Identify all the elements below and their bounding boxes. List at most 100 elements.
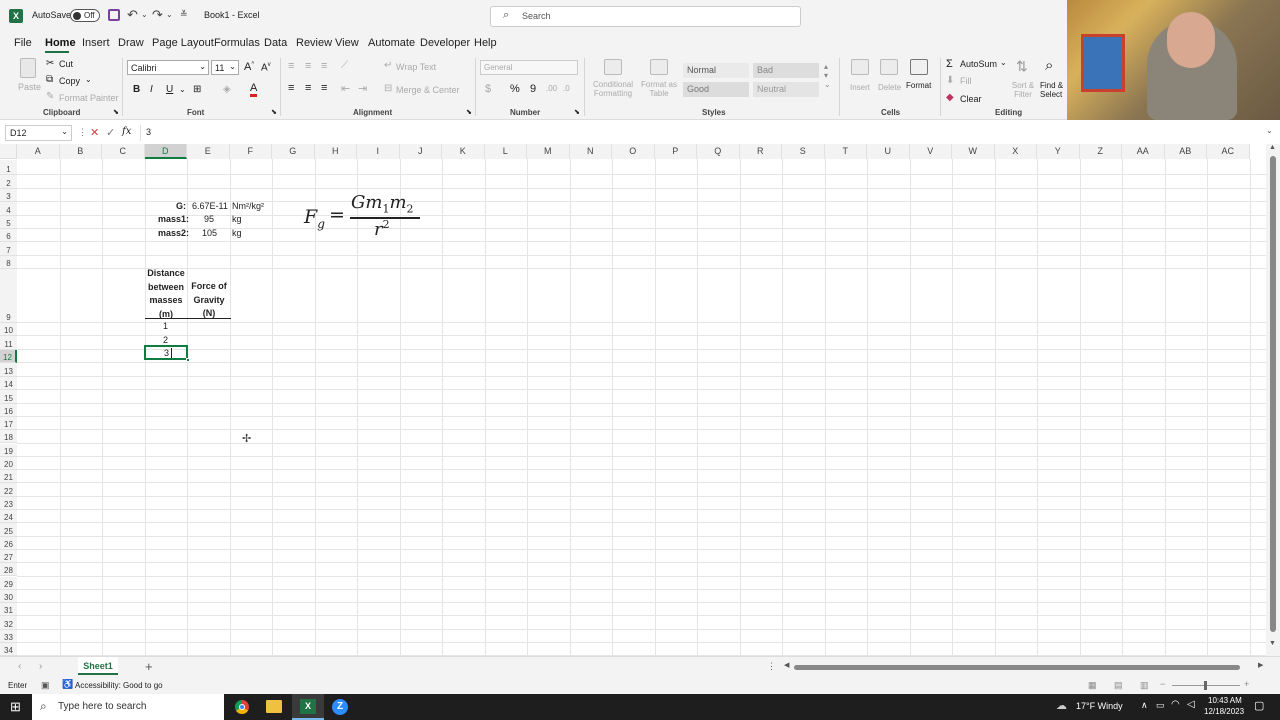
clear-button[interactable]: Clear <box>960 94 982 104</box>
undo-icon[interactable]: ↶ <box>127 7 138 23</box>
column-header-x[interactable]: X <box>994 144 1037 159</box>
paste-icon[interactable] <box>20 58 36 78</box>
copy-button[interactable]: Copy <box>59 76 80 86</box>
number-format-select[interactable]: General <box>480 60 578 75</box>
next-sheet-icon[interactable]: › <box>39 661 42 672</box>
row-header-15[interactable]: 15 <box>0 390 17 404</box>
redo-icon[interactable]: ↷ <box>152 7 163 23</box>
column-header-o[interactable]: O <box>612 144 655 159</box>
currency-icon[interactable]: $ <box>485 83 491 95</box>
row-header-31[interactable]: 31 <box>0 603 17 617</box>
scroll-up-icon[interactable]: ▲ <box>1269 144 1276 151</box>
style-normal[interactable]: Normal <box>683 63 749 78</box>
align-top-icon[interactable]: ≡ <box>288 60 294 72</box>
row-header-30[interactable]: 30 <box>0 589 17 604</box>
cell-c4[interactable]: G: <box>176 201 186 211</box>
clock-time[interactable]: 10:43 AM <box>1208 696 1242 705</box>
prev-sheet-icon[interactable]: ‹ <box>18 661 21 672</box>
menu-data[interactable]: Data <box>264 37 287 49</box>
percent-icon[interactable]: % <box>510 83 520 95</box>
border-icon[interactable]: ⊞ <box>193 84 201 95</box>
cell-e4[interactable]: Nm²/kg² <box>232 201 264 211</box>
volume-icon[interactable]: ◁ <box>1187 699 1195 710</box>
increase-decimal-icon[interactable]: .00 <box>546 84 557 93</box>
menu-formulas[interactable]: Formulas <box>214 37 260 49</box>
column-header-ab[interactable]: AB <box>1164 144 1207 159</box>
scroll-left-icon[interactable]: ◀ <box>784 661 789 669</box>
add-sheet-icon[interactable]: + <box>145 659 153 674</box>
worksheet-grid[interactable]: A B C D E F G H I J K L M N O P Q R S T U V W X Y Z AA AB AC 1234567… <box>0 144 1280 656</box>
vertical-scroll-thumb[interactable] <box>1270 156 1276 632</box>
horizontal-scroll-thumb[interactable] <box>794 665 1240 670</box>
row-header-6[interactable]: 6 <box>0 229 17 242</box>
row-header-12[interactable]: 12 <box>0 350 17 363</box>
cell-c5[interactable]: mass1: <box>158 214 189 224</box>
row-header-1[interactable]: 1 <box>0 160 17 175</box>
style-good[interactable]: Good <box>683 82 749 97</box>
scroll-right-icon[interactable]: ▶ <box>1258 661 1263 669</box>
cell-e5[interactable]: kg <box>232 214 242 224</box>
cell-d6[interactable]: 105 <box>202 228 217 238</box>
row-header-29[interactable]: 29 <box>0 576 17 590</box>
cell-d4[interactable]: 6.67E-11 <box>192 201 228 211</box>
align-bottom-icon[interactable]: ≡ <box>321 60 327 72</box>
save-icon[interactable] <box>108 9 120 21</box>
menu-help[interactable]: Help <box>474 37 497 49</box>
menu-view[interactable]: View <box>335 37 359 49</box>
redo-dropdown-icon[interactable]: ⌄ <box>166 10 173 19</box>
column-header-n[interactable]: N <box>569 144 612 159</box>
row-header-32[interactable]: 32 <box>0 616 17 630</box>
insert-cells-button[interactable]: Insert <box>850 83 870 92</box>
equation-object[interactable]: Fg = Gm1m2 r2 <box>302 192 432 246</box>
row-header-3[interactable]: 3 <box>0 189 17 202</box>
bold-icon[interactable]: B <box>133 84 140 95</box>
sheet-tab-sheet1[interactable]: Sheet1 <box>78 657 118 675</box>
menu-home[interactable]: Home <box>45 37 76 49</box>
orientation-icon[interactable]: ⟋ <box>341 60 348 71</box>
insert-function-icon[interactable]: fx <box>122 126 131 137</box>
scroll-down-icon[interactable]: ▼ <box>1269 640 1276 647</box>
taskbar-search-box[interactable]: ⌕ Type here to search <box>32 694 224 720</box>
style-bad[interactable]: Bad <box>753 63 819 78</box>
underline-dropdown-icon[interactable]: ⌄ <box>179 85 186 94</box>
menu-developer[interactable]: Developer <box>420 37 470 49</box>
find-select-button[interactable]: Find & Select <box>1040 81 1068 99</box>
row-header-7[interactable]: 7 <box>0 242 17 256</box>
comma-icon[interactable]: 9 <box>530 83 536 95</box>
decrease-font-icon[interactable]: Av <box>261 62 271 73</box>
network-icon[interactable]: ▭ <box>1156 700 1165 711</box>
row-header-11[interactable]: 11 <box>0 336 17 350</box>
column-header-j[interactable]: J <box>399 144 442 159</box>
row-header-20[interactable]: 20 <box>0 456 17 471</box>
expand-formula-icon[interactable]: ⌄ <box>1266 126 1273 135</box>
menu-file[interactable]: File <box>14 37 32 49</box>
column-header-y[interactable]: Y <box>1037 144 1080 159</box>
column-header-a[interactable]: A <box>17 144 60 159</box>
cell-d10[interactable]: 1 <box>163 321 168 331</box>
formula-more-icon[interactable]: ⋮ <box>78 127 87 138</box>
menu-page-layout[interactable]: Page Layout <box>152 37 214 49</box>
taskbar-excel-active[interactable]: X <box>292 694 324 720</box>
chrome-icon[interactable] <box>234 699 250 715</box>
normal-view-icon[interactable]: ▦ <box>1088 680 1097 691</box>
clipboard-launcher-icon[interactable]: ⬊ <box>113 108 119 116</box>
column-header-i[interactable]: I <box>357 144 400 159</box>
row-header-34[interactable]: 34 <box>0 643 17 656</box>
zoom-app-icon[interactable]: Z <box>332 699 348 715</box>
row-header-16[interactable]: 16 <box>0 403 17 417</box>
cancel-entry-icon[interactable]: ✕ <box>90 126 99 139</box>
format-cells-button[interactable]: Format <box>906 81 931 90</box>
zoom-slider-thumb[interactable] <box>1204 681 1207 690</box>
menu-review[interactable]: Review <box>296 37 332 49</box>
copy-dropdown-icon[interactable]: ⌄ <box>85 75 92 84</box>
customize-qat-icon[interactable]: ≚ <box>180 9 188 20</box>
sort-filter-button[interactable]: Sort & Filter <box>1008 81 1038 99</box>
cell-d11[interactable]: 2 <box>163 335 168 345</box>
row-header-4[interactable]: 4 <box>0 202 17 216</box>
column-header-aa[interactable]: AA <box>1122 144 1165 159</box>
confirm-entry-icon[interactable]: ✓ <box>106 126 115 139</box>
notification-icon[interactable]: ▢ <box>1254 699 1264 712</box>
decrease-indent-icon[interactable]: ⇤ <box>341 82 350 95</box>
format-painter-button[interactable]: Format Painter <box>59 93 119 103</box>
tray-chevron-icon[interactable]: ∧ <box>1141 700 1148 711</box>
